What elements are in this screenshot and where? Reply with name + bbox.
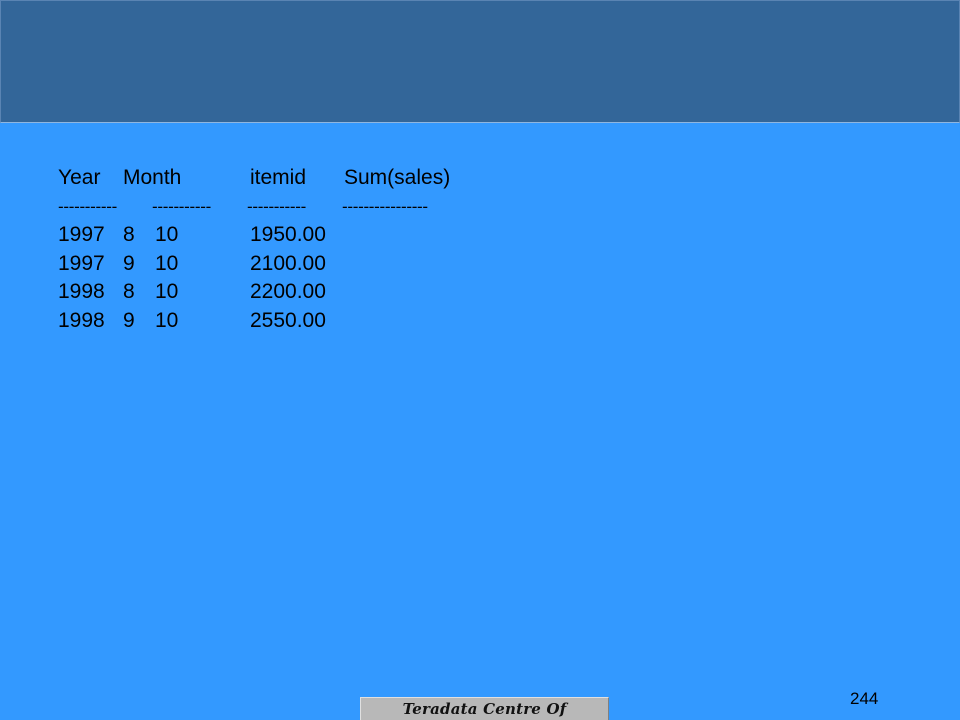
separator-year: ----------- (58, 196, 117, 216)
cell-itemid: 10 (155, 308, 179, 332)
separator-sum-sales: ---------------- (342, 196, 428, 216)
column-header-month: Month (123, 166, 182, 189)
separator-month: ----------- (152, 196, 211, 216)
separator-itemid: ----------- (247, 196, 306, 216)
cell-year: 1998 (58, 280, 105, 303)
column-header-itemid: itemid (250, 166, 307, 189)
column-header-year: Year (58, 166, 101, 189)
cell-year: 1997 (58, 251, 105, 275)
footer-logo: Teradata Centre Of Excellence (360, 697, 609, 720)
cell-sum-sales: 1950.00 (250, 223, 326, 246)
cell-itemid: 10 (155, 251, 179, 275)
slide-header-band (0, 0, 960, 123)
cell-sum-sales: 2550.00 (250, 308, 326, 332)
page-number: 244 (850, 689, 879, 708)
cell-year: 1998 (58, 308, 105, 332)
cell-sum-sales: 2100.00 (250, 251, 326, 275)
cell-year: 1997 (58, 223, 105, 246)
column-header-sum-sales: Sum(sales) (344, 166, 451, 189)
cell-sum-sales: 2200.00 (250, 280, 326, 303)
cell-month: 9 (123, 308, 135, 332)
cell-month: 8 (123, 223, 135, 246)
cell-month: 9 (123, 251, 135, 275)
cell-itemid: 10 (155, 280, 179, 303)
cell-itemid: 10 (155, 223, 179, 246)
cell-month: 8 (123, 280, 135, 303)
